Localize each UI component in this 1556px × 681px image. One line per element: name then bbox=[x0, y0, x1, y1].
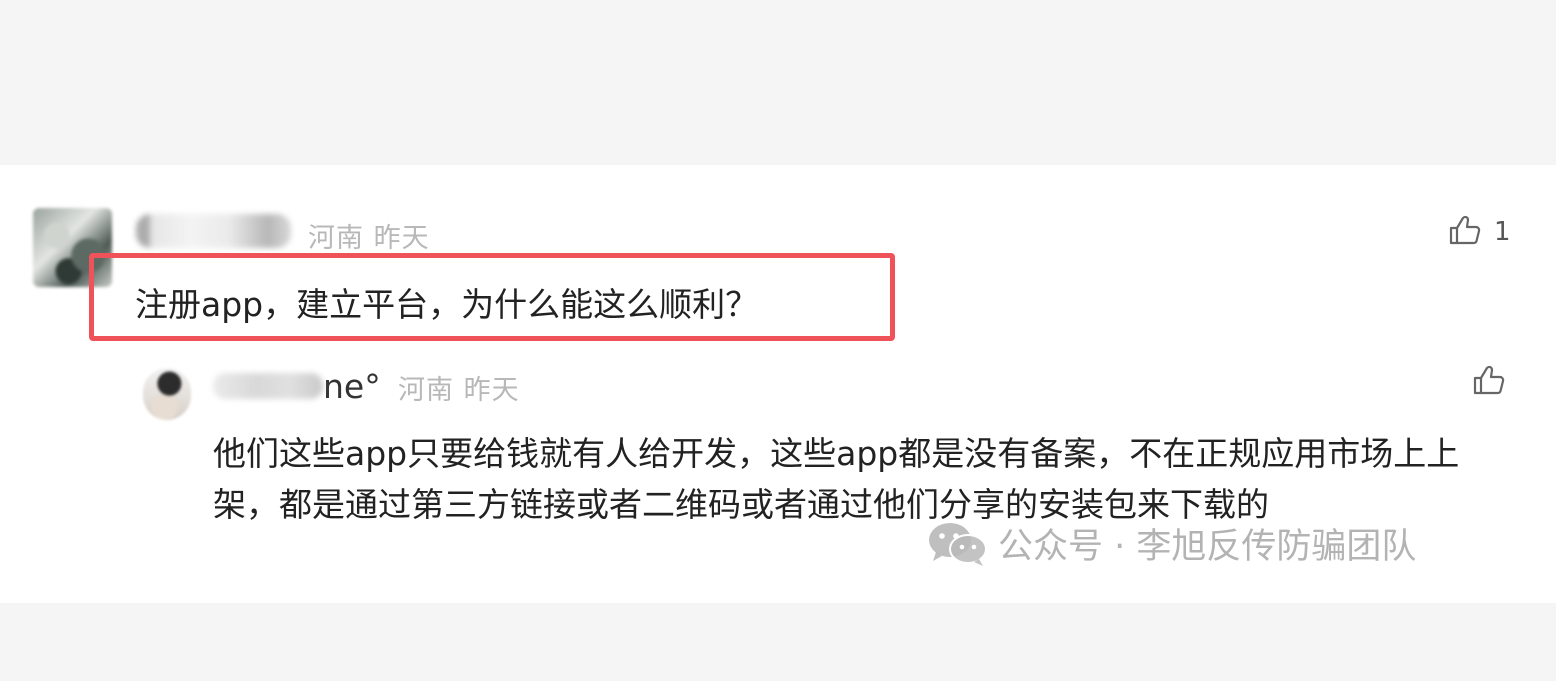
reply-username[interactable]: ne° bbox=[213, 366, 381, 406]
comment-username[interactable] bbox=[136, 210, 291, 252]
blurred-username bbox=[213, 373, 323, 399]
top-background bbox=[0, 0, 1556, 165]
comment-location: 河南 bbox=[308, 223, 364, 254]
thumbs-up-icon bbox=[1472, 365, 1506, 400]
like-button[interactable]: 1 bbox=[1448, 214, 1511, 250]
bottom-background bbox=[0, 603, 1556, 681]
like-count: 1 bbox=[1494, 217, 1511, 247]
blurred-username bbox=[136, 214, 291, 248]
reply-text: 他们这些app只要给钱就有人给开发，这些app都是没有备案，不在正规应用市场上上… bbox=[213, 434, 1460, 524]
reply-location: 河南 bbox=[398, 375, 454, 406]
comment-time: 昨天 bbox=[373, 223, 430, 254]
reply-meta: 河南 昨天 bbox=[398, 368, 520, 407]
reply-username-visible: ne° bbox=[323, 366, 381, 406]
reply-like-button[interactable] bbox=[1472, 364, 1506, 400]
watermark-text: 公众号 · 李旭反传防骗团队 bbox=[998, 527, 1417, 567]
watermark: 公众号 · 李旭反传防骗团队 bbox=[926, 518, 1416, 569]
reply-avatar[interactable] bbox=[143, 368, 191, 420]
thumbs-up-icon bbox=[1448, 214, 1482, 250]
wechat-icon bbox=[926, 521, 988, 567]
reply-time: 昨天 bbox=[463, 375, 520, 406]
comment-meta: 河南 昨天 bbox=[308, 216, 430, 255]
comment-text: 注册app，建立平台，为什么能这么顺利？ bbox=[135, 285, 759, 324]
